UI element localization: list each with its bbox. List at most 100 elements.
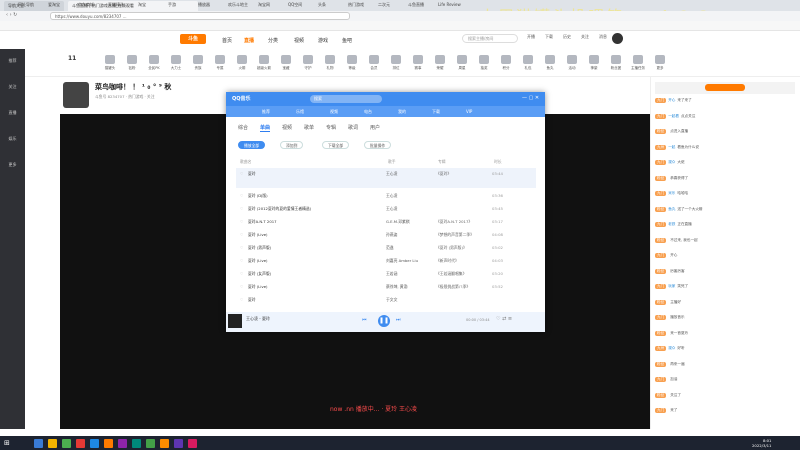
- fan-badge[interactable]: 九州: [655, 144, 667, 150]
- header-icon-download[interactable]: 下载: [540, 34, 558, 40]
- chat-username[interactable]: 鱼丸: [668, 207, 675, 211]
- fan-badge[interactable]: 粉丝: [655, 129, 667, 134]
- chat-username[interactable]: 老铁: [668, 222, 675, 226]
- fan-badge[interactable]: 九门: [655, 98, 667, 103]
- music-tab[interactable]: 视频: [330, 109, 338, 115]
- taskbar-app-icon[interactable]: [160, 439, 169, 448]
- song-artist[interactable]: 刘嘉亮 Amber Liu: [386, 258, 430, 264]
- chat-username[interactable]: 观众: [668, 160, 675, 164]
- fan-badge[interactable]: 粉丝: [655, 392, 667, 398]
- heart-icon[interactable]: ♡: [240, 258, 243, 263]
- chat-username[interactable]: 一起看: [668, 114, 679, 118]
- song-row[interactable]: ♡ 夏玲 (2012夏玲的夏的爱情王者精选) 王心凌 03:45: [236, 203, 536, 215]
- taskbar-app-icon[interactable]: [146, 439, 155, 448]
- bookmark-item[interactable]: 手游: [168, 2, 176, 8]
- fan-badge[interactable]: 粉丝: [655, 206, 667, 212]
- song-row[interactable]: ♡ 夏玲 (男声版) 范逸 《夏玲 (男声版)》 03:02: [236, 242, 536, 254]
- rail-item-follow[interactable]: 关注: [0, 84, 25, 90]
- song-album[interactable]: 《极限挑战第八季》: [436, 284, 486, 290]
- activity-item[interactable]: 积分: [494, 55, 518, 71]
- playbar-tools-icon[interactable]: ♡ ⇄ ≡: [496, 316, 512, 322]
- activity-item[interactable]: 超级火箭: [252, 55, 276, 71]
- heart-icon[interactable]: ♡: [240, 284, 243, 289]
- song-artist[interactable]: 蔡徐坤, 黄渤: [386, 284, 430, 290]
- nav-game[interactable]: 游戏: [318, 37, 328, 44]
- activity-item[interactable]: 粉丝团: [604, 55, 628, 71]
- chat-username[interactable]: 玩家: [668, 284, 675, 288]
- nav-home[interactable]: 首页: [222, 37, 232, 44]
- nav-category[interactable]: 分类: [268, 37, 278, 44]
- bookmark-item[interactable]: 斗鱼直播: [408, 2, 424, 8]
- chat-username[interactable]: 观众: [668, 346, 675, 350]
- activity-item[interactable]: 会员: [362, 55, 386, 71]
- bookmark-item[interactable]: 淘宝网: [258, 2, 270, 8]
- taskbar-app-icon[interactable]: [90, 439, 99, 448]
- music-search-input[interactable]: 搜索: [310, 95, 382, 103]
- douyu-logo[interactable]: 斗鱼: [180, 34, 206, 44]
- heart-icon[interactable]: ♡: [240, 297, 243, 302]
- taskbar-app-icon[interactable]: [118, 439, 127, 448]
- music-action-button[interactable]: 下载全部: [322, 141, 350, 149]
- result-category[interactable]: 歌词: [348, 124, 358, 131]
- song-row[interactable]: ♡ 夏玲 (Live) 蔡徐坤, 黄渤 《极限挑战第八季》 03:52: [236, 281, 536, 293]
- activity-item[interactable]: 荣耀: [428, 55, 452, 71]
- activity-item[interactable]: 钻粉: [120, 55, 144, 71]
- taskbar-app-icon[interactable]: [34, 439, 43, 448]
- song-artist[interactable]: 范逸: [386, 245, 430, 251]
- user-avatar[interactable]: [612, 33, 623, 44]
- activity-item[interactable]: 周星: [450, 55, 474, 71]
- music-tab[interactable]: 电台: [364, 109, 372, 115]
- bookmark-item[interactable]: 欢乐斗地主: [228, 2, 248, 8]
- fan-badge[interactable]: 粉丝: [655, 268, 667, 274]
- song-album[interactable]: 《夏玲A.N.T 2017》: [436, 219, 486, 225]
- header-icon-follow[interactable]: 关注: [576, 34, 594, 40]
- music-tab[interactable]: VIP: [466, 109, 472, 114]
- nav-video[interactable]: 视频: [294, 37, 304, 44]
- heart-icon[interactable]: ♡: [240, 271, 243, 276]
- fan-badge[interactable]: 九门: [655, 315, 667, 320]
- activity-item[interactable]: 火箭: [230, 55, 254, 71]
- song-artist[interactable]: 王心凌: [386, 171, 430, 177]
- activity-item[interactable]: 礼物: [318, 55, 342, 71]
- rail-item-ent[interactable]: 娱乐: [0, 136, 25, 142]
- song-artist[interactable]: 王心凌: [386, 206, 430, 212]
- song-artist[interactable]: 王心凌: [386, 193, 430, 199]
- song-album[interactable]: 《王若涵翻唱集》: [436, 271, 486, 277]
- prev-icon[interactable]: ⏮: [362, 317, 367, 323]
- fan-badge[interactable]: 九门: [655, 377, 667, 382]
- taskbar-app-icon[interactable]: [132, 439, 141, 448]
- bookmark-item[interactable]: 网址导航: [18, 2, 34, 8]
- song-artist[interactable]: 于文文: [386, 297, 430, 303]
- activity-item[interactable]: 礼包: [516, 55, 540, 71]
- heart-icon[interactable]: ♡: [240, 171, 243, 176]
- header-icon-start[interactable]: 开播: [522, 34, 540, 40]
- song-row[interactable]: ♡ 夏玲 (DJ版) 王心凌 03:36: [236, 190, 536, 202]
- header-icon-history[interactable]: 历史: [558, 34, 576, 40]
- bookmark-item[interactable]: 二次元: [378, 2, 390, 8]
- song-row[interactable]: ♡ 夏玲 (Live) 刘嘉亮 Amber Liu 《新声时代》 04:03: [236, 255, 536, 267]
- activity-item[interactable]: 活动: [560, 55, 584, 71]
- bookmark-item[interactable]: 播放器: [198, 2, 210, 8]
- song-row[interactable]: ♡ 夏玲 (女声版) 王若涵 《王若涵翻唱集》 03:20: [236, 268, 536, 280]
- fan-badge[interactable]: 九州: [655, 346, 667, 351]
- music-tab[interactable]: 我的: [398, 109, 406, 115]
- pause-icon[interactable]: ❚❚: [378, 315, 390, 327]
- song-album[interactable]: 《梦想的声音第二季》: [436, 232, 486, 238]
- activity-item[interactable]: 全民PK: [142, 55, 166, 71]
- fan-badge[interactable]: 九门: [655, 222, 667, 227]
- heart-icon[interactable]: ♡: [240, 232, 243, 237]
- activity-item[interactable]: 等级: [340, 55, 364, 71]
- bookmark-item[interactable]: 头条: [318, 2, 326, 8]
- search-input[interactable]: 搜索主播/房间: [462, 34, 518, 43]
- activity-item[interactable]: 贵族: [186, 55, 210, 71]
- bookmark-item[interactable]: 爱淘宝: [48, 2, 60, 8]
- song-row[interactable]: ♡ 夏玲A.N.T 2017 G.E.M.邓紫棋 《夏玲A.N.T 2017》 03:1…: [236, 216, 536, 228]
- heart-icon[interactable]: ♡: [240, 206, 243, 211]
- activity-item[interactable]: 赛事: [406, 55, 430, 71]
- result-category[interactable]: 用户: [370, 124, 380, 131]
- song-row[interactable]: ♡ 夏玲 于文文: [236, 294, 536, 306]
- result-category[interactable]: 歌单: [304, 124, 314, 131]
- header-icon-message[interactable]: 消息: [594, 34, 612, 40]
- taskbar-app-icon[interactable]: [48, 439, 57, 448]
- chat-username[interactable]: 一起: [668, 145, 675, 149]
